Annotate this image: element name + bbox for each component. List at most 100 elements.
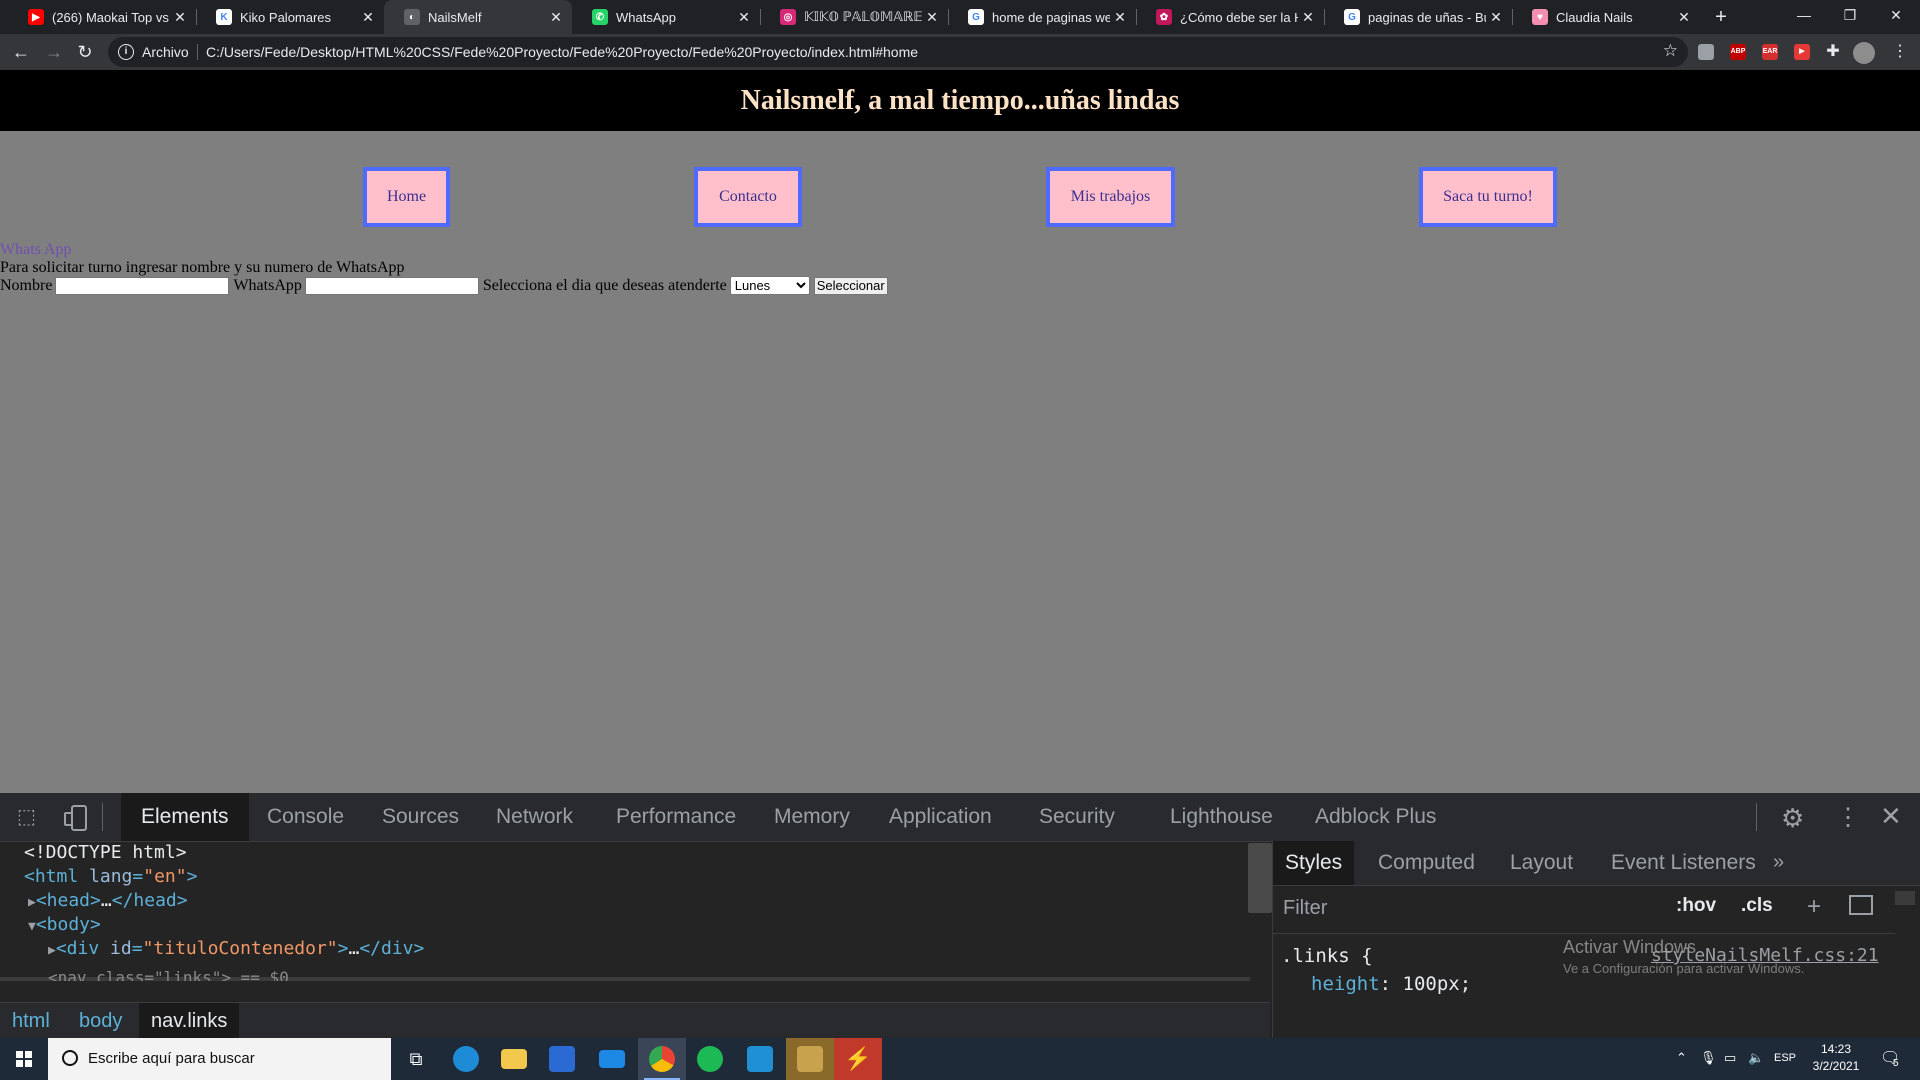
vscode-icon[interactable] — [736, 1038, 784, 1080]
nav-mis-trabajos-link[interactable]: Mis trabajos — [1046, 167, 1175, 227]
clock[interactable]: 14:23 3/2/2021 — [1800, 1041, 1872, 1075]
devtools-tab-network[interactable]: Network — [476, 793, 593, 841]
cls-toggle[interactable]: .cls — [1741, 895, 1773, 917]
ear-extension-icon[interactable]: EAR — [1762, 44, 1778, 60]
dom-selected-row[interactable]: <nav class="links"> == $0 — [0, 971, 1250, 981]
device-toolbar-icon[interactable] — [64, 805, 88, 831]
inspect-element-icon[interactable]: ⬚ — [17, 807, 39, 829]
more-tabs-icon[interactable]: » — [1773, 851, 1784, 874]
breadcrumb-body[interactable]: body — [67, 1003, 134, 1039]
devtools-tab-performance[interactable]: Performance — [596, 793, 756, 841]
adblock-plus-icon[interactable]: ABP — [1730, 44, 1746, 60]
language-indicator[interactable]: ESP — [1774, 1052, 1796, 1064]
devtools-tab-adblock-plus[interactable]: Adblock Plus — [1295, 793, 1456, 841]
close-tab-icon[interactable]: ✕ — [734, 9, 754, 26]
submit-button[interactable]: Seleccionar — [813, 276, 888, 295]
dom-div-node[interactable]: ▶<div id="tituloContenedor">…</div> — [48, 937, 424, 963]
info-icon[interactable]: i — [118, 44, 134, 60]
extensions-puzzle-icon[interactable]: ✚ — [1821, 40, 1845, 64]
browser-tab[interactable]: ◐ NailsMelf ✕ — [384, 0, 572, 34]
network-icon[interactable]: ▭ — [1724, 1050, 1736, 1066]
breadcrumb-nav-links[interactable]: nav.links — [139, 1003, 240, 1039]
new-tab-button[interactable]: + — [1709, 5, 1733, 29]
browser-tab[interactable]: Ghome de paginas web -✕ — [948, 0, 1136, 34]
dom-doctype[interactable]: <!DOCTYPE html> — [24, 841, 187, 865]
browser-tab[interactable]: ◎ 𝕂𝕀𝕂𝕆 ℙ𝔸𝕃𝕆𝕄𝔸ℝ𝔼𝕊 ✕ — [760, 0, 948, 34]
windows-start-icon[interactable] — [0, 1038, 48, 1080]
avatar[interactable] — [1853, 42, 1875, 64]
task-view-icon[interactable]: ⧉ — [392, 1038, 440, 1080]
browser-tab[interactable]: ✆ WhatsApp ✕ — [572, 0, 760, 34]
glasses-extension-icon[interactable] — [1698, 44, 1714, 60]
css-rule-source-link[interactable]: styleNailsMelf.css:21 — [1651, 945, 1879, 966]
hov-toggle[interactable]: :hov — [1676, 895, 1716, 917]
close-tab-icon[interactable]: ✕ — [546, 9, 566, 26]
restore-button[interactable]: ❐ — [1827, 0, 1873, 30]
address-bar[interactable]: i Archivo C:/Users/Fede/Desktop/HTML%20C… — [108, 37, 1688, 67]
css-property-value[interactable]: 100px; — [1403, 973, 1472, 995]
whatsapp-field[interactable] — [304, 276, 479, 295]
mail-icon[interactable] — [588, 1038, 636, 1080]
css-property-name[interactable]: height — [1311, 973, 1380, 995]
expand-triangle-icon[interactable]: ▶ — [48, 943, 56, 958]
tab-layout[interactable]: Layout — [1498, 841, 1585, 885]
chevron-up-icon[interactable]: ⌃ — [1676, 1050, 1687, 1066]
devtools-tab-sources[interactable]: Sources — [362, 793, 479, 841]
whatsapp-link[interactable]: Whats App — [0, 241, 72, 259]
reload-icon[interactable]: ↻ — [73, 40, 97, 64]
edge-icon[interactable] — [442, 1038, 490, 1080]
taskbar-search-input[interactable]: Escribe aquí para buscar — [48, 1038, 391, 1080]
file-explorer-icon[interactable] — [490, 1038, 538, 1080]
forward-icon[interactable]: → — [42, 40, 66, 64]
devtools-tab-elements[interactable]: Elements — [121, 793, 249, 841]
tab-styles[interactable]: Styles — [1273, 841, 1355, 885]
store-icon[interactable] — [538, 1038, 586, 1080]
tab-event-listeners[interactable]: Event Listeners — [1599, 841, 1768, 885]
close-tab-icon[interactable]: ✕ — [170, 9, 190, 26]
spotify-icon[interactable] — [686, 1038, 734, 1080]
day-select[interactable]: Lunes — [729, 276, 810, 295]
browser-tab[interactable]: ♥ Claudia Nails ✕ — [1512, 0, 1700, 34]
collapse-triangle-icon[interactable]: ▼ — [28, 919, 36, 934]
close-tab-icon[interactable]: ✕ — [1110, 9, 1130, 26]
video-extension-icon[interactable]: ▶ — [1794, 44, 1810, 60]
nav-contacto-link[interactable]: Contacto — [694, 167, 802, 227]
nav-home-link[interactable]: Home — [363, 167, 450, 227]
chrome-icon[interactable] — [638, 1038, 686, 1080]
nav-saca-turno-link[interactable]: Saca tu turno! — [1419, 167, 1557, 227]
back-icon[interactable]: ← — [9, 40, 33, 64]
bookmark-star-icon[interactable]: ☆ — [1663, 41, 1678, 61]
tab-computed[interactable]: Computed — [1366, 841, 1487, 885]
close-tab-icon[interactable]: ✕ — [358, 9, 378, 26]
close-tab-icon[interactable]: ✕ — [1298, 9, 1318, 26]
gear-icon[interactable]: ⚙ — [1781, 803, 1804, 834]
expand-triangle-icon[interactable]: ▶ — [28, 895, 36, 910]
microphone-icon[interactable]: 🎙 — [1700, 1050, 1717, 1066]
devtools-menu-icon[interactable]: ⋮ — [1836, 803, 1860, 832]
close-icon[interactable]: ✕ — [1880, 801, 1902, 832]
devtools-tab-lighthouse[interactable]: Lighthouse — [1150, 793, 1293, 841]
close-tab-icon[interactable]: ✕ — [922, 9, 942, 26]
browser-tab[interactable]: ✿ ¿Cómo debe ser la Hom✕ — [1136, 0, 1324, 34]
devtools-tab-console[interactable]: Console — [247, 793, 364, 841]
volume-icon[interactable]: 🔈 — [1748, 1050, 1764, 1066]
dom-body-node[interactable]: ▼<body> — [28, 913, 101, 939]
styles-filter-input[interactable]: Filter — [1283, 897, 1327, 920]
devtools-tab-application[interactable]: Application — [869, 793, 1012, 841]
browser-tab[interactable]: Gpaginas de uñas - Busc✕ — [1324, 0, 1512, 34]
riot-app-icon[interactable]: ⚡ — [834, 1038, 882, 1080]
css-property[interactable]: height: 100px; — [1311, 973, 1471, 995]
close-window-button[interactable]: ✕ — [1873, 0, 1919, 30]
browser-tab[interactable]: ▶ (266) Maokai Top vs Vi...✕ — [8, 0, 196, 34]
close-tab-icon[interactable]: ✕ — [1674, 9, 1694, 26]
url-text[interactable]: C:/Users/Fede/Desktop/HTML%20CSS/Fede%20… — [206, 44, 918, 60]
league-client-icon[interactable] — [786, 1038, 834, 1080]
devtools-tab-security[interactable]: Security — [1019, 793, 1135, 841]
close-tab-icon[interactable]: ✕ — [1486, 9, 1506, 26]
css-rule-selector[interactable]: .links { — [1281, 945, 1373, 967]
minimize-button[interactable]: — — [1781, 0, 1827, 30]
browser-menu-icon[interactable]: ⋮ — [1888, 40, 1912, 64]
dom-head-node[interactable]: ▶<head>…</head> — [28, 889, 188, 915]
styles-scrollbar[interactable] — [1895, 891, 1915, 905]
dom-scrollbar[interactable] — [1248, 843, 1272, 913]
